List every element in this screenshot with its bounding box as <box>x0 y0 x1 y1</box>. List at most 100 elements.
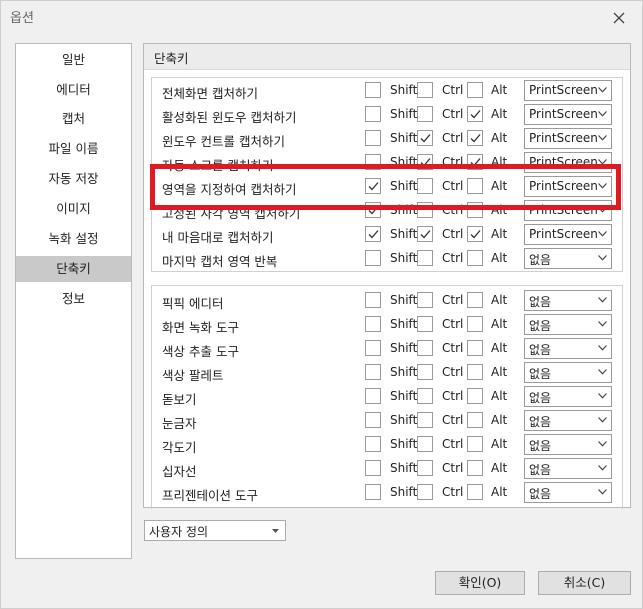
sidebar-item-info[interactable]: 정보 <box>16 286 131 312</box>
shift-checkbox[interactable] <box>365 412 381 428</box>
key-dropdown[interactable]: 없음 <box>524 314 612 335</box>
key-dropdown[interactable]: 없음 <box>524 410 612 431</box>
ctrl-checkbox[interactable] <box>417 340 433 356</box>
shift-checkbox[interactable] <box>365 226 381 242</box>
ok-button[interactable]: 확인(O) <box>435 571 525 595</box>
ctrl-checkbox[interactable] <box>417 226 433 242</box>
sidebar-item-image[interactable]: 이미지 <box>16 196 131 222</box>
alt-checkbox[interactable] <box>467 292 483 308</box>
key-dropdown[interactable]: 없음 <box>524 338 612 359</box>
key-dropdown[interactable]: PrintScreen <box>524 224 612 245</box>
ctrl-checkbox[interactable] <box>417 82 433 98</box>
sidebar-item-shortcuts[interactable]: 단축키 <box>16 256 131 282</box>
ctrl-checkbox[interactable] <box>417 412 433 428</box>
sidebar-item-editor[interactable]: 에디터 <box>16 77 131 103</box>
shift-checkbox[interactable] <box>365 460 381 476</box>
key-dropdown[interactable]: PrintScreen <box>524 176 612 197</box>
shift-label: Shift <box>390 317 418 331</box>
key-dropdown[interactable]: 없음 <box>524 458 612 479</box>
sidebar-item-autosave[interactable]: 자동 저장 <box>16 166 131 192</box>
alt-checkbox[interactable] <box>467 154 483 170</box>
preset-dropdown[interactable]: 사용자 정의 <box>144 520 286 541</box>
alt-checkbox[interactable] <box>467 388 483 404</box>
shift-checkbox[interactable] <box>365 484 381 500</box>
key-dropdown[interactable]: 없음 <box>524 248 612 269</box>
key-value: 없음 <box>529 415 552 429</box>
ctrl-checkbox[interactable] <box>417 292 433 308</box>
shift-checkbox[interactable] <box>365 106 381 122</box>
checkmark-icon <box>470 230 481 239</box>
sidebar-item-filename[interactable]: 파일 이름 <box>16 136 131 162</box>
shift-checkbox[interactable] <box>365 340 381 356</box>
shift-checkbox[interactable] <box>365 178 381 194</box>
ctrl-checkbox[interactable] <box>417 436 433 452</box>
alt-checkbox[interactable] <box>467 178 483 194</box>
alt-checkbox[interactable] <box>467 202 483 218</box>
ctrl-checkbox[interactable] <box>417 484 433 500</box>
alt-checkbox[interactable] <box>467 250 483 266</box>
sidebar-item-recording[interactable]: 녹화 설정 <box>16 226 131 252</box>
shortcut-row: 픽픽 에디터 Shift Ctrl Alt 없음 <box>152 289 622 313</box>
shift-checkbox[interactable] <box>365 154 381 170</box>
alt-checkbox[interactable] <box>467 412 483 428</box>
alt-checkbox[interactable] <box>467 106 483 122</box>
shift-checkbox[interactable] <box>365 388 381 404</box>
key-dropdown[interactable]: 없음 <box>524 290 612 311</box>
ctrl-checkbox[interactable] <box>417 154 433 170</box>
shift-checkbox[interactable] <box>365 130 381 146</box>
shift-checkbox[interactable] <box>365 364 381 380</box>
alt-checkbox[interactable] <box>467 82 483 98</box>
alt-label: Alt <box>491 341 508 355</box>
shift-checkbox[interactable] <box>365 82 381 98</box>
shift-label: Shift <box>390 179 418 193</box>
key-dropdown[interactable]: PrintScreen <box>524 152 612 173</box>
ctrl-checkbox[interactable] <box>417 106 433 122</box>
chevron-down-icon <box>598 159 607 165</box>
alt-checkbox[interactable] <box>467 484 483 500</box>
checkmark-icon <box>420 134 431 143</box>
shift-label: Shift <box>390 293 418 307</box>
key-value: 없음 <box>529 391 552 405</box>
key-dropdown[interactable]: 없음 <box>524 434 612 455</box>
key-dropdown[interactable]: PrintScreen <box>524 128 612 149</box>
alt-checkbox[interactable] <box>467 226 483 242</box>
checkmark-icon <box>470 134 481 143</box>
key-dropdown[interactable]: 없음 <box>524 386 612 407</box>
alt-checkbox[interactable] <box>467 364 483 380</box>
key-dropdown[interactable]: PrintScreen <box>524 80 612 101</box>
ctrl-checkbox[interactable] <box>417 316 433 332</box>
ctrl-checkbox[interactable] <box>417 130 433 146</box>
alt-checkbox[interactable] <box>467 130 483 146</box>
alt-checkbox[interactable] <box>467 316 483 332</box>
key-dropdown[interactable]: 없음 <box>524 362 612 383</box>
chevron-down-icon <box>598 321 607 327</box>
alt-checkbox[interactable] <box>467 340 483 356</box>
alt-checkbox[interactable] <box>467 436 483 452</box>
key-dropdown[interactable]: PrintScreen <box>524 200 612 221</box>
key-dropdown[interactable]: PrintScreen <box>524 104 612 125</box>
ctrl-checkbox[interactable] <box>417 250 433 266</box>
sidebar-item-general[interactable]: 일반 <box>16 47 131 73</box>
shortcut-label: 내 마음대로 캡처하기 <box>162 230 274 245</box>
alt-label: Alt <box>491 413 508 427</box>
shift-checkbox[interactable] <box>365 436 381 452</box>
shortcut-row: 내 마음대로 캡처하기 Shift Ctrl Alt PrintScreen <box>152 223 622 247</box>
ctrl-checkbox[interactable] <box>417 202 433 218</box>
key-value: 없음 <box>529 487 552 501</box>
ctrl-checkbox[interactable] <box>417 364 433 380</box>
key-dropdown[interactable]: 없음 <box>524 482 612 503</box>
shift-checkbox[interactable] <box>365 316 381 332</box>
ctrl-label: Ctrl <box>442 155 464 169</box>
ctrl-checkbox[interactable] <box>417 178 433 194</box>
alt-label: Alt <box>491 155 508 169</box>
shift-checkbox[interactable] <box>365 292 381 308</box>
ctrl-checkbox[interactable] <box>417 460 433 476</box>
close-button[interactable] <box>609 8 629 28</box>
alt-checkbox[interactable] <box>467 460 483 476</box>
cancel-button[interactable]: 취소(C) <box>538 571 631 595</box>
shift-checkbox[interactable] <box>365 202 381 218</box>
sidebar-item-capture[interactable]: 캡처 <box>16 106 131 132</box>
shift-checkbox[interactable] <box>365 250 381 266</box>
ctrl-checkbox[interactable] <box>417 388 433 404</box>
shift-label: Shift <box>390 389 418 403</box>
